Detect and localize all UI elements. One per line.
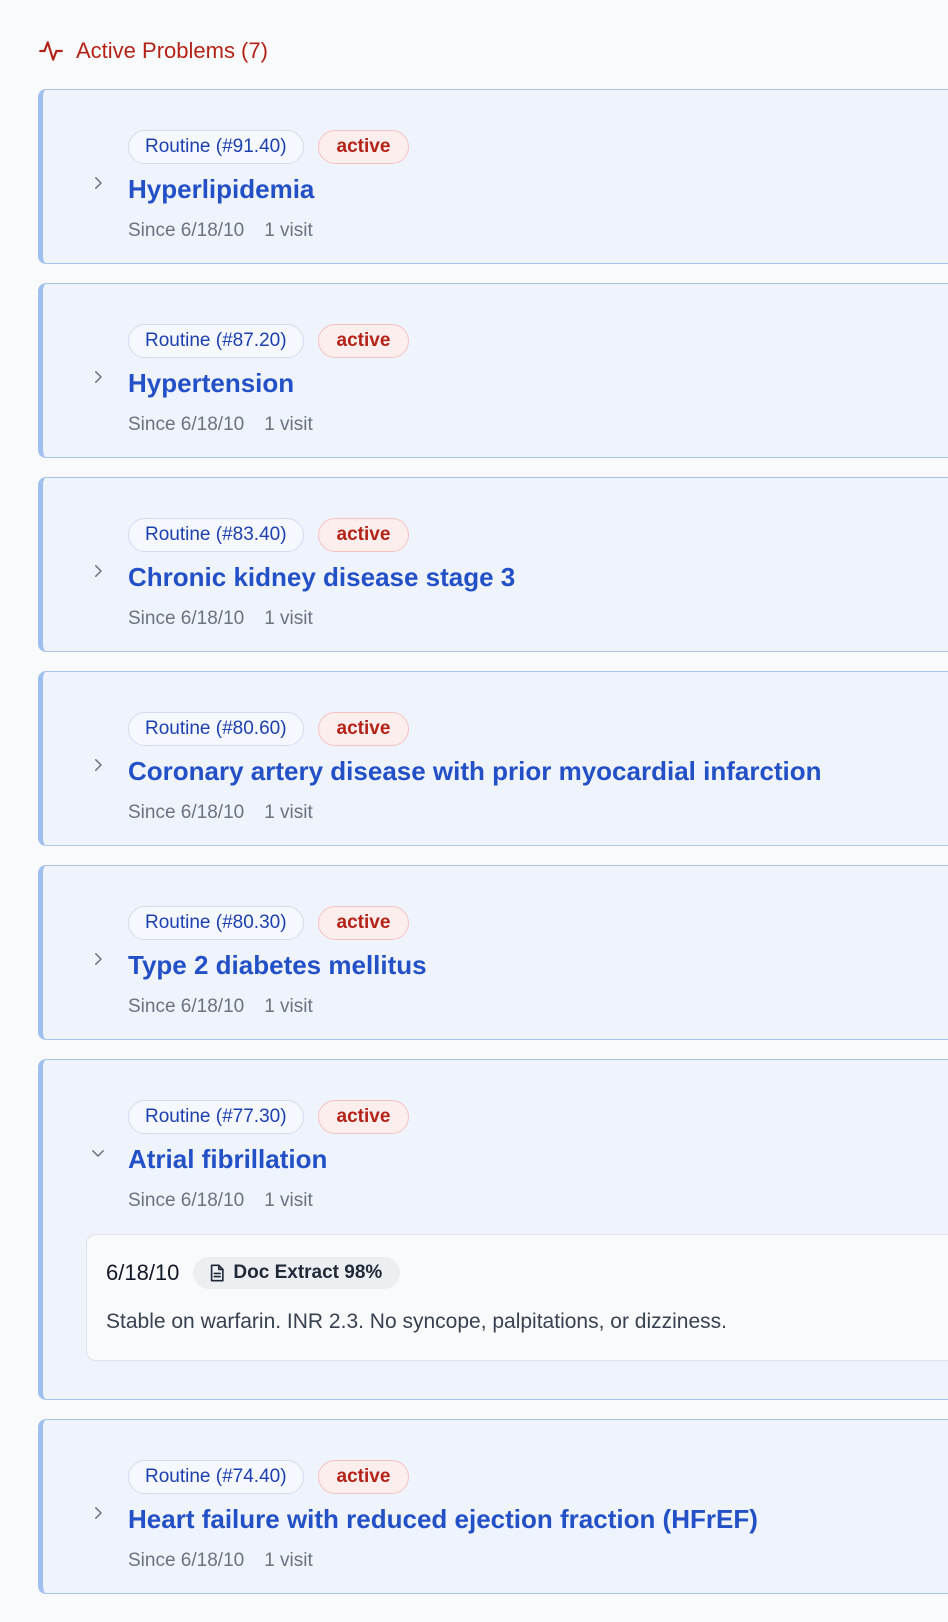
- since-date: Since 6/18/10: [128, 1190, 245, 1211]
- problem-meta: Since 6/18/10 1 visit: [128, 996, 313, 1018]
- since-date: Since 6/18/10: [128, 414, 245, 435]
- problem-meta: Since 6/18/10 1 visit: [128, 414, 313, 436]
- since-date: Since 6/18/10: [128, 608, 245, 629]
- visit-count: 1 visit: [264, 220, 313, 241]
- card-badges: Routine (#87.20) active: [128, 324, 410, 358]
- problem-list: Routine (#91.40) active Hyperlipidemia S…: [38, 89, 948, 1613]
- since-date: Since 6/18/10: [128, 1550, 245, 1571]
- source-badge: Doc Extract 98%: [193, 1257, 401, 1289]
- status-badge: active: [317, 1460, 410, 1494]
- source-label: Doc Extract 98%: [233, 1262, 383, 1283]
- chevron-right-icon[interactable]: [89, 756, 107, 774]
- status-badge: active: [317, 712, 410, 746]
- status-badge: active: [317, 906, 410, 940]
- visit-count: 1 visit: [264, 608, 313, 629]
- card-badges: Routine (#83.40) active: [128, 518, 410, 552]
- routine-badge: Routine (#80.30): [128, 906, 304, 940]
- section-header: Active Problems (7): [38, 38, 268, 64]
- chevron-right-icon[interactable]: [89, 368, 107, 386]
- visit-count: 1 visit: [264, 1550, 313, 1571]
- status-badge: active: [317, 130, 410, 164]
- routine-badge: Routine (#77.30): [128, 1100, 304, 1134]
- document-icon: [209, 1264, 225, 1282]
- visit-count: 1 visit: [264, 996, 313, 1017]
- problem-meta: Since 6/18/10 1 visit: [128, 608, 313, 630]
- problem-card[interactable]: Routine (#80.30) active Type 2 diabetes …: [38, 865, 948, 1040]
- problem-meta: Since 6/18/10 1 visit: [128, 220, 313, 242]
- problem-card[interactable]: Routine (#80.60) active Coronary artery …: [38, 671, 948, 846]
- problem-card-expanded[interactable]: Routine (#77.30) active Atrial fibrillat…: [38, 1059, 948, 1400]
- card-badges: Routine (#80.60) active: [128, 712, 410, 746]
- routine-badge: Routine (#83.40): [128, 518, 304, 552]
- activity-icon: [38, 38, 64, 64]
- card-badges: Routine (#80.30) active: [128, 906, 410, 940]
- card-badges: Routine (#74.40) active: [128, 1460, 410, 1494]
- problem-meta: Since 6/18/10 1 visit: [128, 802, 313, 824]
- visit-count: 1 visit: [264, 1190, 313, 1211]
- since-date: Since 6/18/10: [128, 996, 245, 1017]
- problem-name[interactable]: Hyperlipidemia: [128, 174, 314, 205]
- status-badge: active: [317, 324, 410, 358]
- chevron-right-icon[interactable]: [89, 174, 107, 192]
- chevron-right-icon[interactable]: [89, 950, 107, 968]
- routine-badge: Routine (#74.40): [128, 1460, 304, 1494]
- status-badge: active: [317, 518, 410, 552]
- problem-name[interactable]: Heart failure with reduced ejection frac…: [128, 1504, 758, 1535]
- problem-name[interactable]: Hypertension: [128, 368, 294, 399]
- problem-name[interactable]: Coronary artery disease with prior myoca…: [128, 756, 822, 787]
- visit-note: 6/18/10 Doc Extract 98% Stable on warfar…: [86, 1234, 948, 1361]
- routine-badge: Routine (#80.60): [128, 712, 304, 746]
- chevron-down-icon[interactable]: [89, 1144, 107, 1162]
- problem-card[interactable]: Routine (#87.20) active Hypertension Sin…: [38, 283, 948, 458]
- problem-name[interactable]: Atrial fibrillation: [128, 1144, 327, 1175]
- note-date: 6/18/10: [106, 1260, 180, 1285]
- visit-count: 1 visit: [264, 802, 313, 823]
- problem-card[interactable]: Routine (#83.40) active Chronic kidney d…: [38, 477, 948, 652]
- section-title: Active Problems (7): [76, 38, 268, 63]
- routine-badge: Routine (#87.20): [128, 324, 304, 358]
- problem-name[interactable]: Type 2 diabetes mellitus: [128, 950, 427, 981]
- problem-card[interactable]: Routine (#74.40) active Heart failure wi…: [38, 1419, 948, 1594]
- chevron-right-icon[interactable]: [89, 1504, 107, 1522]
- status-badge: active: [317, 1100, 410, 1134]
- since-date: Since 6/18/10: [128, 220, 245, 241]
- problem-meta: Since 6/18/10 1 visit: [128, 1190, 313, 1212]
- visit-count: 1 visit: [264, 414, 313, 435]
- note-text: Stable on warfarin. INR 2.3. No syncope,…: [106, 1310, 727, 1333]
- problem-name[interactable]: Chronic kidney disease stage 3: [128, 562, 515, 593]
- chevron-right-icon[interactable]: [89, 562, 107, 580]
- note-header: 6/18/10 Doc Extract 98%: [106, 1257, 401, 1289]
- since-date: Since 6/18/10: [128, 802, 245, 823]
- card-badges: Routine (#77.30) active: [128, 1100, 410, 1134]
- card-badges: Routine (#91.40) active: [128, 130, 410, 164]
- problem-card[interactable]: Routine (#91.40) active Hyperlipidemia S…: [38, 89, 948, 264]
- problem-meta: Since 6/18/10 1 visit: [128, 1550, 313, 1572]
- routine-badge: Routine (#91.40): [128, 130, 304, 164]
